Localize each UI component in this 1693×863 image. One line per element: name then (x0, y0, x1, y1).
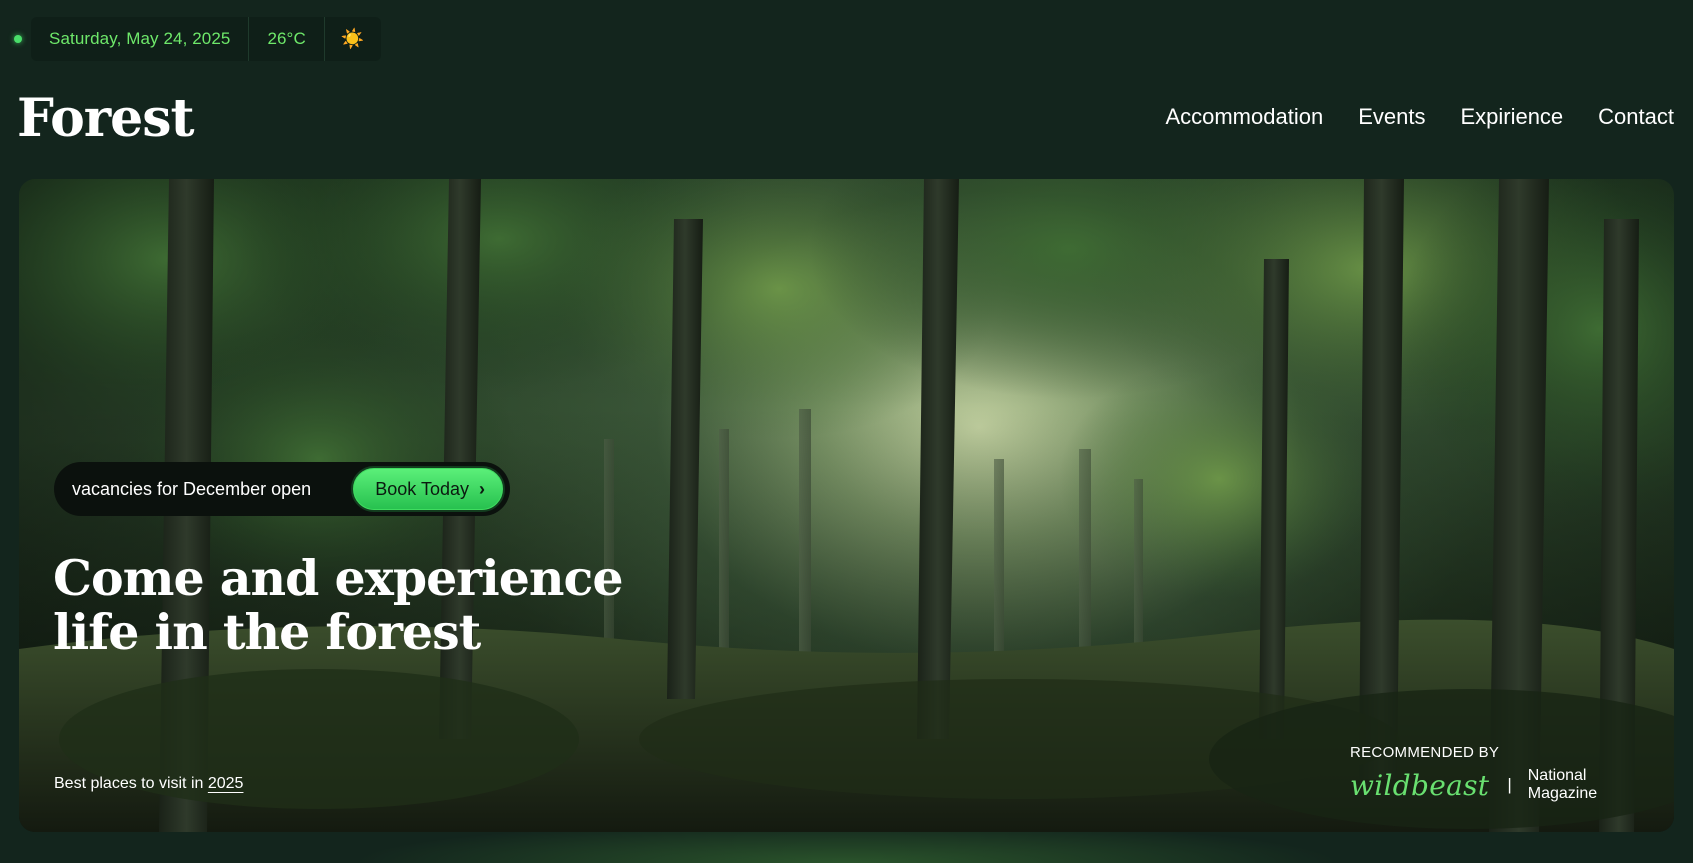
status-temperature: 26°C (248, 17, 323, 61)
hero-title-line-1: Come and experience (53, 549, 624, 607)
nav-link-experience[interactable]: Expirience (1460, 104, 1563, 130)
sun-icon: ☀️ (323, 17, 381, 61)
nav-link-accommodation[interactable]: Accommodation (1165, 104, 1323, 130)
recommended-separator: | (1507, 775, 1512, 794)
hero-title: Come and experience life in the forest (53, 549, 624, 661)
wildbeast-logo: wildbeast (1350, 768, 1490, 802)
best-places-year-link[interactable]: 2025 (208, 775, 244, 792)
recommended-by: RECOMMENDED BY wildbeast | National Maga… (1350, 744, 1640, 803)
vacancy-banner: vacancies for December open Book Today › (54, 462, 510, 516)
status-date: Saturday, May 24, 2025 (49, 29, 231, 48)
status-pill: Saturday, May 24, 2025 26°C ☀️ (31, 17, 381, 61)
recommended-label: RECOMMENDED BY (1350, 744, 1500, 761)
best-places-prefix: Best places to visit in (54, 775, 204, 792)
vacancy-text: vacancies for December open (72, 478, 312, 499)
recommended-row: wildbeast | National Magazine (1350, 767, 1640, 803)
hero-banner: vacancies for December open Book Today ›… (19, 179, 1674, 832)
best-places-caption: Best places to visit in 2025 (54, 775, 243, 793)
live-status-dot (14, 35, 22, 43)
nav-link-contact[interactable]: Contact (1598, 104, 1674, 130)
book-today-button[interactable]: Book Today › (351, 466, 505, 512)
brand-logo[interactable]: Forest (17, 88, 195, 149)
status-bar: Saturday, May 24, 2025 26°C ☀️ (14, 17, 381, 61)
hero-title-line-2: life in the forest (53, 603, 481, 661)
main-nav: Accommodation Events Expirience Contact (1165, 104, 1674, 130)
nav-link-events[interactable]: Events (1358, 104, 1425, 130)
national-magazine-label: National Magazine (1527, 767, 1598, 802)
chevron-right-icon: › (479, 478, 485, 499)
book-today-label: Book Today (375, 478, 469, 499)
